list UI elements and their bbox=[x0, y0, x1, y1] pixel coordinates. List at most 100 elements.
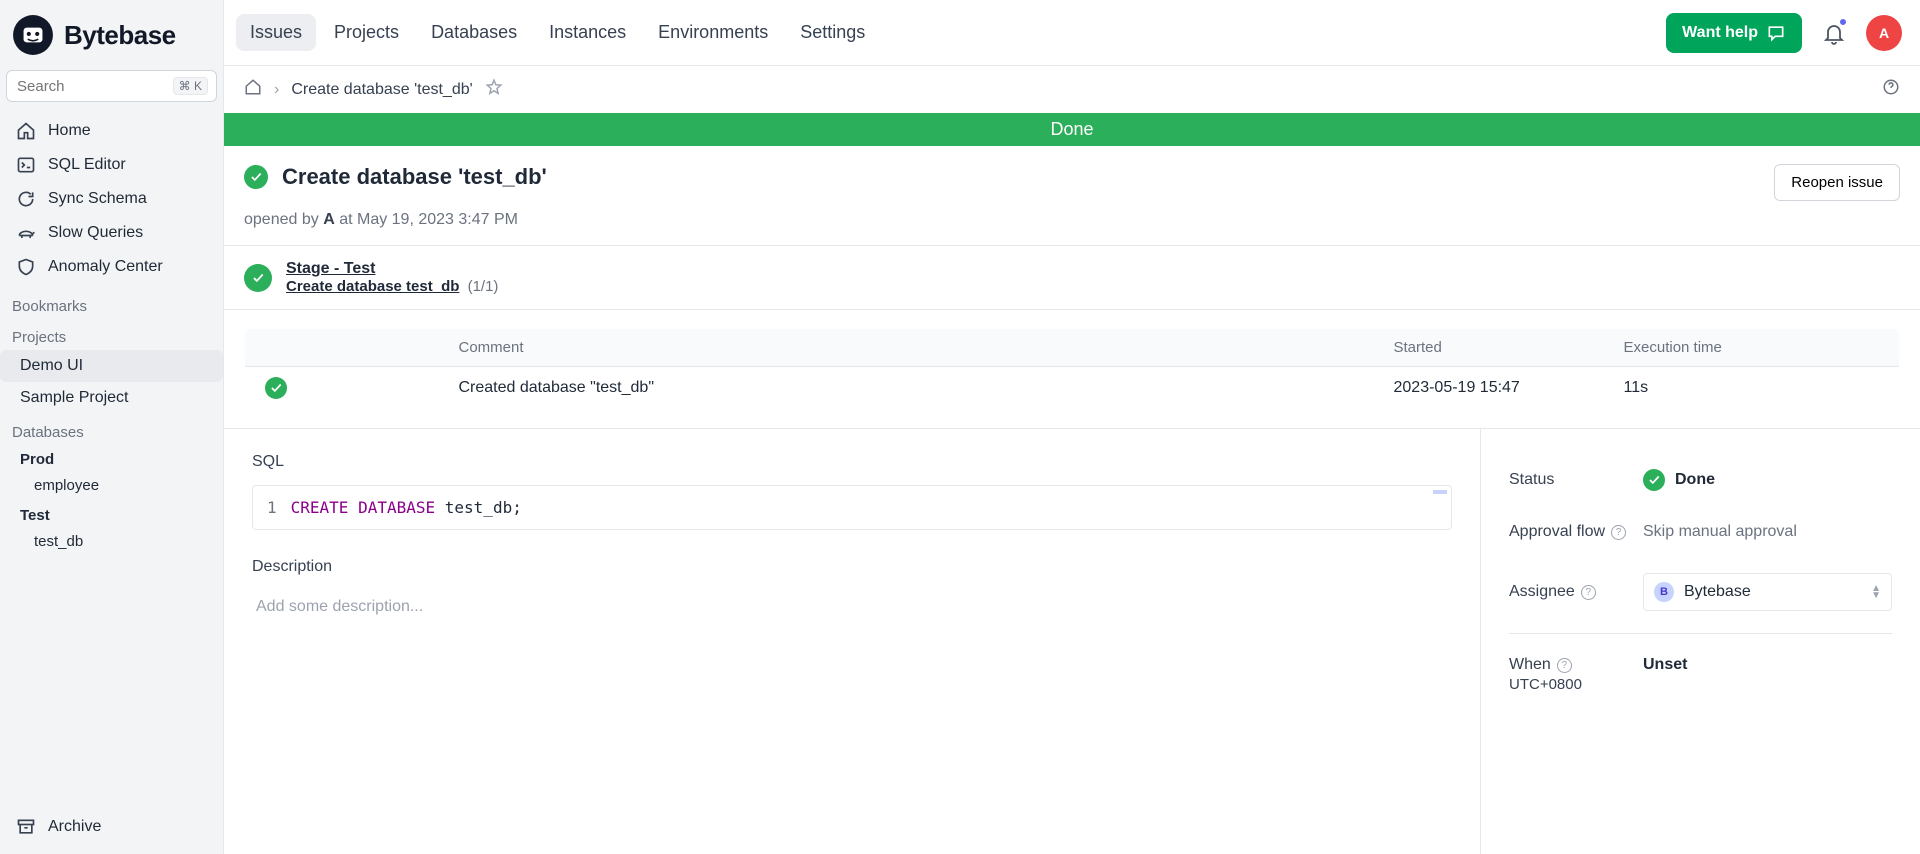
check-icon bbox=[269, 381, 283, 395]
help-icon[interactable]: ? bbox=[1611, 525, 1626, 540]
star-button[interactable] bbox=[485, 78, 503, 101]
help-icon[interactable]: ? bbox=[1581, 585, 1596, 600]
chevron-sort-icon: ▲▼ bbox=[1871, 585, 1881, 599]
help-icon[interactable]: ? bbox=[1557, 658, 1572, 673]
check-icon bbox=[251, 271, 265, 285]
line-number: 1 bbox=[267, 498, 277, 517]
table-row[interactable]: Created database "test_db" 2023-05-19 15… bbox=[245, 367, 1900, 410]
nav-label: Anomaly Center bbox=[48, 258, 163, 276]
th-status bbox=[245, 329, 445, 367]
meta-assignee-label: Assignee bbox=[1509, 583, 1575, 601]
user-avatar[interactable]: A bbox=[1866, 15, 1902, 51]
terminal-icon bbox=[16, 155, 36, 175]
meta-when-tz: UTC+0800 bbox=[1509, 676, 1582, 693]
want-help-button[interactable]: Want help bbox=[1666, 13, 1802, 53]
row-started: 2023-05-19 15:47 bbox=[1380, 367, 1610, 410]
db-label: test_db bbox=[34, 533, 83, 550]
sql-code-box[interactable]: 1CREATE DATABASE test_db; bbox=[252, 485, 1452, 530]
sidebar-project-sample[interactable]: Sample Project bbox=[0, 382, 223, 414]
turtle-icon bbox=[16, 223, 36, 243]
section-databases: Databases bbox=[0, 414, 223, 445]
nav-label: Archive bbox=[48, 818, 101, 836]
nav-label: Slow Queries bbox=[48, 224, 143, 242]
nav-sync-schema[interactable]: Sync Schema bbox=[6, 182, 217, 216]
th-exec-time: Execution time bbox=[1610, 329, 1900, 367]
chat-icon bbox=[1766, 23, 1786, 43]
tab-databases[interactable]: Databases bbox=[417, 14, 531, 51]
breadcrumb-home[interactable] bbox=[244, 78, 262, 101]
issue-status-icon bbox=[244, 165, 268, 189]
topbar: Issues Projects Databases Instances Envi… bbox=[224, 0, 1920, 66]
assignee-select[interactable]: B Bytebase ▲▼ bbox=[1643, 573, 1892, 611]
tab-issues[interactable]: Issues bbox=[236, 14, 316, 51]
row-status-icon bbox=[265, 377, 287, 399]
stage-status-icon bbox=[244, 264, 272, 292]
chevron-right-icon: › bbox=[274, 81, 279, 99]
reopen-issue-button[interactable]: Reopen issue bbox=[1774, 164, 1900, 201]
status-banner: Done bbox=[224, 113, 1920, 146]
breadcrumb-title[interactable]: Create database 'test_db' bbox=[291, 81, 472, 99]
db-item-employee[interactable]: employee bbox=[0, 470, 223, 501]
issue-title: Create database 'test_db' bbox=[282, 164, 547, 190]
stage-task-link[interactable]: Create database test_db bbox=[286, 278, 459, 295]
tab-instances[interactable]: Instances bbox=[535, 14, 640, 51]
tab-settings[interactable]: Settings bbox=[786, 14, 879, 51]
meta-when-value: Unset bbox=[1643, 656, 1687, 674]
nav-archive[interactable]: Archive bbox=[6, 810, 217, 844]
search-input[interactable] bbox=[15, 77, 173, 96]
nav-slow-queries[interactable]: Slow Queries bbox=[6, 216, 217, 250]
sidebar-project-demo-ui[interactable]: Demo UI bbox=[0, 350, 223, 382]
meta-status-label: Status bbox=[1509, 471, 1643, 489]
brand-name: Bytebase bbox=[64, 20, 176, 51]
execution-table: Comment Started Execution time Created d… bbox=[244, 328, 1900, 410]
help-circle-icon bbox=[1882, 78, 1900, 96]
project-label: Sample Project bbox=[20, 389, 129, 407]
avatar-initial: A bbox=[1879, 25, 1889, 41]
nav-label: Home bbox=[48, 122, 91, 140]
assignee-value: Bytebase bbox=[1684, 583, 1751, 601]
search-shortcut: ⌘ K bbox=[173, 77, 208, 95]
stage-link[interactable]: Stage - Test bbox=[286, 260, 498, 278]
th-comment: Comment bbox=[445, 329, 1380, 367]
home-icon bbox=[244, 78, 262, 96]
description-input[interactable] bbox=[252, 590, 1452, 624]
check-icon bbox=[1647, 473, 1661, 487]
minimap-icon bbox=[1433, 490, 1447, 494]
tab-environments[interactable]: Environments bbox=[644, 14, 782, 51]
section-projects: Projects bbox=[0, 319, 223, 350]
sync-icon bbox=[16, 189, 36, 209]
section-bookmarks: Bookmarks bbox=[0, 288, 223, 319]
row-exec: 11s bbox=[1610, 367, 1900, 410]
bytebase-logo-icon bbox=[12, 14, 54, 56]
logo[interactable]: Bytebase bbox=[0, 0, 223, 70]
assignee-avatar: B bbox=[1654, 582, 1674, 602]
shield-icon bbox=[16, 257, 36, 277]
nav-label: SQL Editor bbox=[48, 156, 126, 174]
row-comment: Created database "test_db" bbox=[445, 367, 1380, 410]
home-icon bbox=[16, 121, 36, 141]
notifications-button[interactable] bbox=[1814, 13, 1854, 53]
db-label: employee bbox=[34, 477, 99, 494]
check-icon bbox=[249, 170, 263, 184]
stage-count: (1/1) bbox=[468, 278, 499, 295]
status-check-icon bbox=[1643, 469, 1665, 491]
sql-label: SQL bbox=[252, 453, 1452, 471]
nav-home[interactable]: Home bbox=[6, 114, 217, 148]
page-help-button[interactable] bbox=[1882, 78, 1900, 101]
issue-opened-by: opened by A at May 19, 2023 3:47 PM bbox=[224, 211, 1920, 246]
nav-sql-editor[interactable]: SQL Editor bbox=[6, 148, 217, 182]
meta-approval-label: Approval flow bbox=[1509, 523, 1605, 541]
meta-status-value: Done bbox=[1675, 471, 1715, 489]
db-item-test-db[interactable]: test_db bbox=[0, 526, 223, 557]
archive-icon bbox=[16, 817, 36, 837]
notification-dot bbox=[1838, 17, 1848, 27]
nav-anomaly-center[interactable]: Anomaly Center bbox=[6, 250, 217, 284]
sql-rest: test_db; bbox=[435, 498, 522, 517]
search-input-wrap[interactable]: ⌘ K bbox=[6, 70, 217, 102]
db-env-prod[interactable]: Prod bbox=[0, 445, 223, 470]
meta-approval-value: Skip manual approval bbox=[1643, 523, 1797, 541]
project-label: Demo UI bbox=[20, 357, 83, 375]
db-env-test[interactable]: Test bbox=[0, 501, 223, 526]
tab-projects[interactable]: Projects bbox=[320, 14, 413, 51]
breadcrumb: › Create database 'test_db' bbox=[224, 66, 1920, 113]
